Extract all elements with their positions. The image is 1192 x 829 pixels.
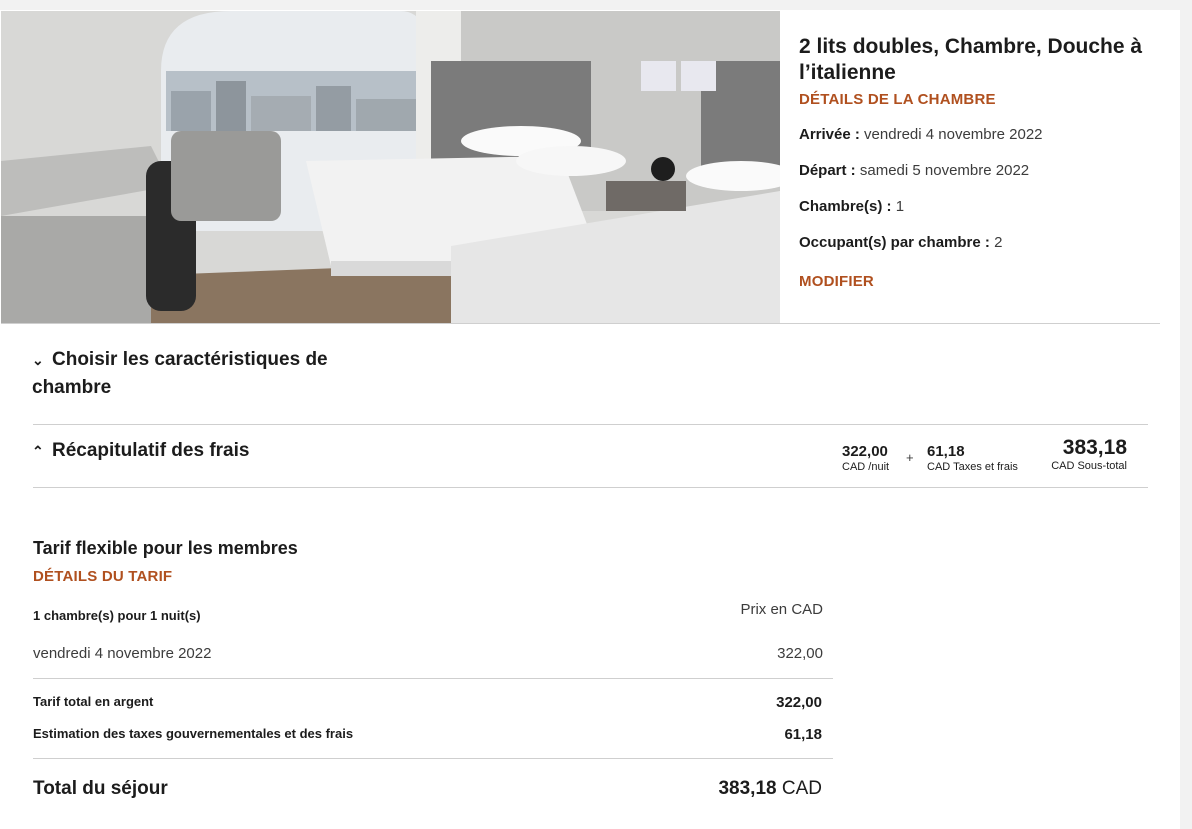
rate-title: Tarif flexible pour les membres: [33, 538, 298, 558]
cash-total-value: 322,00: [776, 694, 822, 711]
stay-total-label: Total du séjour: [33, 778, 168, 799]
features-label: Choisir les caractéristiques de chambre: [32, 349, 328, 398]
rooms-nights-label: 1 chambre(s) pour 1 nuit(s): [33, 608, 201, 623]
per-night-summary: 322,00 CAD /nuit: [842, 444, 889, 474]
features-toggle[interactable]: ⌄ Choisir les caractéristiques de chambre: [32, 346, 342, 402]
stay-total-currency: CAD: [781, 778, 822, 799]
stay-total: 383,18 CAD: [718, 778, 822, 800]
divider: [33, 487, 1148, 488]
divider: [33, 678, 833, 679]
chevron-down-icon: ⌄: [32, 352, 44, 368]
night-price: 322,00: [777, 645, 823, 662]
per-night-value: 322,00: [842, 443, 888, 460]
room-title: 2 lits doubles, Chambre, Douche à l’ital…: [799, 35, 1143, 84]
price-currency-label: Prix en CAD: [740, 601, 823, 618]
room-photo-illustration: [1, 11, 780, 323]
cash-total-label: Tarif total en argent: [33, 694, 154, 709]
plus-sign: +: [906, 450, 914, 465]
taxes-summary-value: 61,18: [927, 443, 965, 460]
per-night-label: CAD /nuit: [842, 461, 890, 473]
chevron-up-icon: ⌃: [32, 443, 44, 459]
room-photo[interactable]: [1, 11, 780, 323]
stay-total-value: 383,18: [718, 778, 777, 799]
fees-summary-toggle[interactable]: ⌃ Récapitulatif des frais: [32, 437, 249, 465]
occupants-line: Occupant(s) par chambre : 2: [799, 234, 1002, 251]
rooms-line: Chambre(s) : 1: [799, 198, 904, 215]
rate-details-link[interactable]: DÉTAILS DU TARIF: [33, 568, 172, 585]
modify-link[interactable]: MODIFIER: [799, 273, 874, 290]
taxes-estimate-label: Estimation des taxes gouvernementales et…: [33, 726, 354, 741]
taxes-summary-label: CAD Taxes et frais: [927, 461, 1018, 473]
night-date: vendredi 4 novembre 2022: [33, 645, 212, 662]
subtotal-summary: 383,18 CAD Sous-total: [1047, 437, 1127, 473]
subtotal-value: 383,18: [1062, 436, 1127, 459]
room-details-link[interactable]: DÉTAILS DE LA CHAMBRE: [799, 91, 996, 108]
rooms-value: 1: [895, 198, 905, 215]
divider: [33, 758, 833, 759]
fees-summary-label: Récapitulatif des frais: [52, 440, 250, 461]
rooms-label: Chambre(s) :: [799, 198, 892, 215]
divider: [1, 323, 1160, 324]
occupants-value: 2: [994, 234, 1003, 251]
arrival-label: Arrivée :: [799, 126, 860, 143]
departure-line: Départ : samedi 5 novembre 2022: [799, 162, 1029, 179]
departure-value: samedi 5 novembre 2022: [859, 162, 1030, 179]
subtotal-label: CAD Sous-total: [1051, 460, 1127, 472]
taxes-summary: 61,18 CAD Taxes et frais: [927, 444, 1018, 474]
arrival-line: Arrivée : vendredi 4 novembre 2022: [799, 126, 1043, 143]
divider: [33, 424, 1148, 425]
room-card: 2 lits doubles, Chambre, Douche à l’ital…: [0, 10, 1180, 829]
departure-label: Départ :: [799, 162, 856, 179]
occupants-label: Occupant(s) par chambre :: [799, 234, 990, 251]
arrival-value: vendredi 4 novembre 2022: [864, 126, 1043, 143]
taxes-estimate-value: 61,18: [784, 726, 822, 743]
